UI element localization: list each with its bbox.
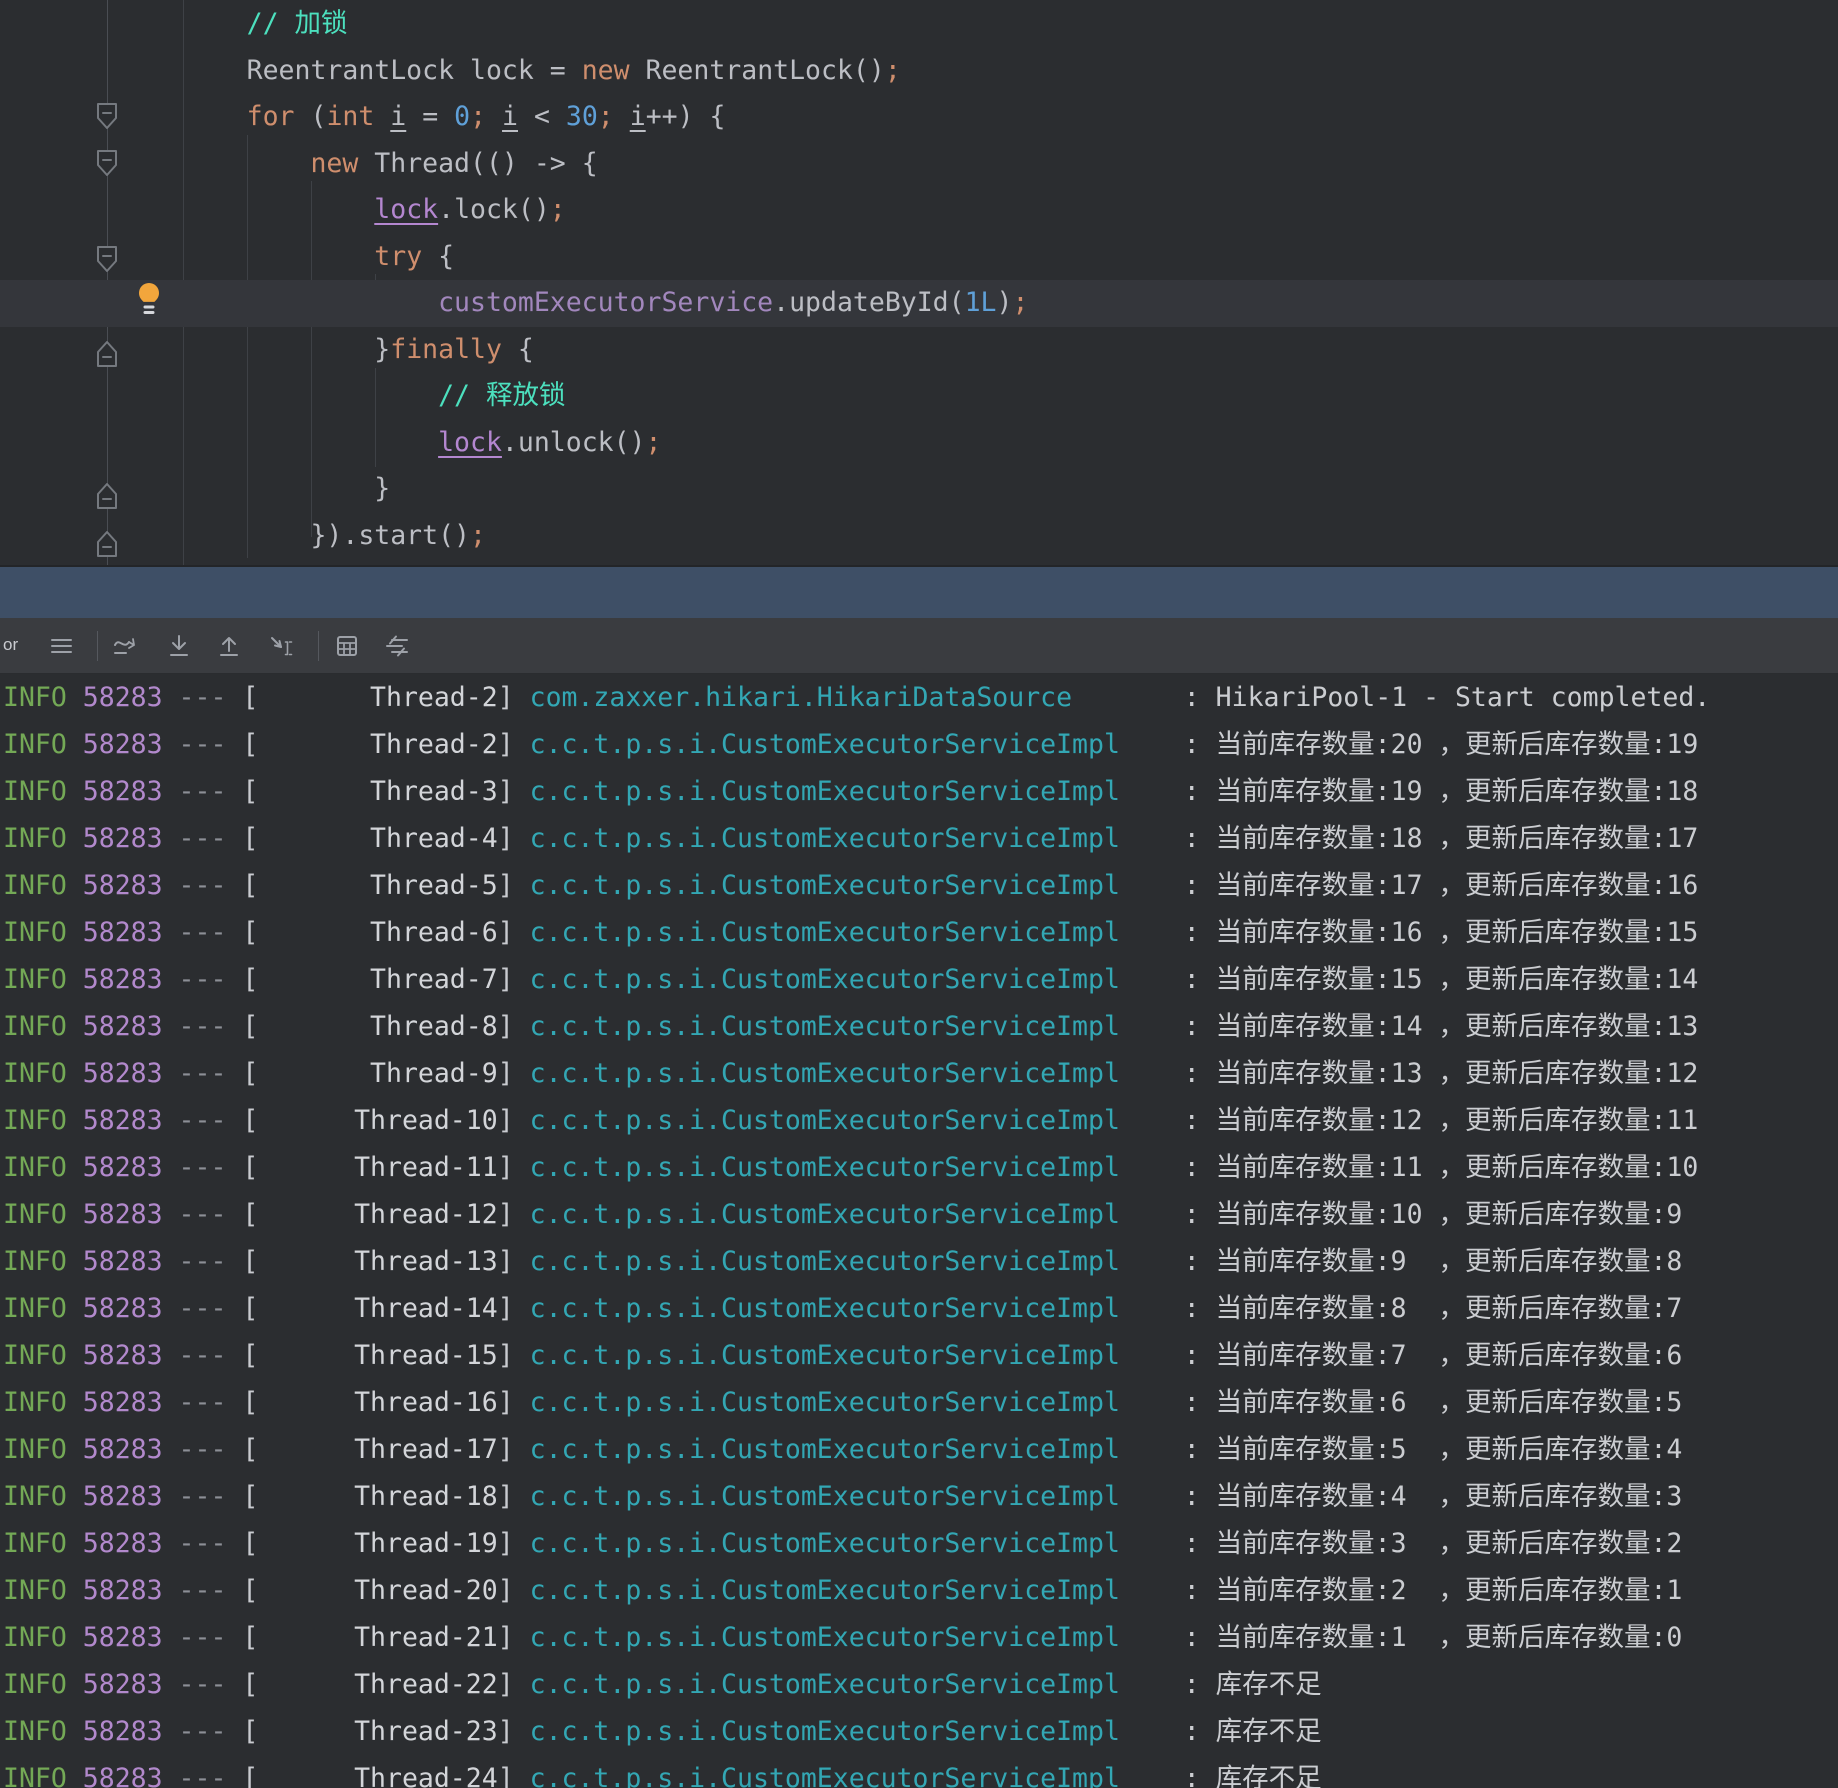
intention-bulb-icon[interactable]: [136, 282, 162, 316]
log-row: INFO 58283 --- [ Thread-3] c.c.t.p.s.i.C…: [0, 768, 1838, 815]
fold-collapse-icon[interactable]: [94, 243, 120, 273]
log-row: INFO 58283 --- [ Thread-17] c.c.t.p.s.i.…: [0, 1426, 1838, 1473]
log-row: INFO 58283 --- [ Thread-7] c.c.t.p.s.i.C…: [0, 956, 1838, 1003]
log-row: INFO 58283 --- [ Thread-15] c.c.t.p.s.i.…: [0, 1332, 1838, 1379]
log-row: INFO 58283 --- [ Thread-21] c.c.t.p.s.i.…: [0, 1614, 1838, 1661]
editor-console-splitter[interactable]: [0, 565, 1838, 618]
console-menu-icon[interactable]: [48, 633, 74, 659]
code-line[interactable]: lock.lock();: [0, 187, 1838, 234]
fold-end-icon[interactable]: [94, 338, 120, 368]
log-row: INFO 58283 --- [ Thread-16] c.c.t.p.s.i.…: [0, 1379, 1838, 1426]
toolbar-label: or: [3, 635, 18, 655]
code-line[interactable]: new Thread(() -> {: [0, 141, 1838, 188]
code-lines: // 加锁 ReentrantLock lock = new Reentrant…: [0, 1, 1838, 559]
code-line[interactable]: try {: [0, 234, 1838, 281]
log-row: INFO 58283 --- [ Thread-23] c.c.t.p.s.i.…: [0, 1708, 1838, 1755]
fold-end-icon[interactable]: [94, 528, 120, 558]
log-row: INFO 58283 --- [ Thread-10] c.c.t.p.s.i.…: [0, 1097, 1838, 1144]
log-row: INFO 58283 --- [ Thread-9] c.c.t.p.s.i.C…: [0, 1050, 1838, 1097]
log-row: INFO 58283 --- [ Thread-19] c.c.t.p.s.i.…: [0, 1520, 1838, 1567]
code-line[interactable]: ReentrantLock lock = new ReentrantLock()…: [0, 48, 1838, 95]
code-line[interactable]: }: [0, 466, 1838, 513]
log-row: INFO 58283 --- [ Thread-4] c.c.t.p.s.i.C…: [0, 815, 1838, 862]
log-row: INFO 58283 --- [ Thread-6] c.c.t.p.s.i.C…: [0, 909, 1838, 956]
code-line[interactable]: customExecutorService.updateById(1L);: [0, 280, 1838, 327]
code-line[interactable]: }finally {: [0, 327, 1838, 374]
scroll-to-top-icon[interactable]: [216, 633, 242, 659]
log-row: INFO 58283 --- [ Thread-5] c.c.t.p.s.i.C…: [0, 862, 1838, 909]
ide-window: // 加锁 ReentrantLock lock = new Reentrant…: [0, 0, 1838, 1788]
log-row: INFO 58283 --- [ Thread-24] c.c.t.p.s.i.…: [0, 1755, 1838, 1788]
console-output[interactable]: INFO 58283 --- [ Thread-2] com.zaxxer.hi…: [0, 674, 1838, 1788]
log-row: INFO 58283 --- [ Thread-2] c.c.t.p.s.i.C…: [0, 721, 1838, 768]
fold-collapse-icon[interactable]: [94, 147, 120, 177]
log-row: INFO 58283 --- [ Thread-18] c.c.t.p.s.i.…: [0, 1473, 1838, 1520]
log-row: INFO 58283 --- [ Thread-14] c.c.t.p.s.i.…: [0, 1285, 1838, 1332]
log-row: INFO 58283 --- [ Thread-20] c.c.t.p.s.i.…: [0, 1567, 1838, 1614]
scroll-to-cursor-icon[interactable]: [268, 633, 294, 659]
code-line[interactable]: // 加锁: [0, 1, 1838, 48]
log-row: INFO 58283 --- [ Thread-8] c.c.t.p.s.i.C…: [0, 1003, 1838, 1050]
code-line[interactable]: lock.unlock();: [0, 420, 1838, 467]
code-line[interactable]: // 释放锁: [0, 373, 1838, 420]
code-editor[interactable]: // 加锁 ReentrantLock lock = new Reentrant…: [0, 0, 1838, 565]
grid-view-icon[interactable]: [334, 633, 360, 659]
code-line[interactable]: }).start();: [0, 513, 1838, 560]
soft-wrap-icon[interactable]: [112, 633, 138, 659]
log-row: INFO 58283 --- [ Thread-12] c.c.t.p.s.i.…: [0, 1191, 1838, 1238]
console-toolbar: or: [0, 618, 1838, 674]
fold-end-icon[interactable]: [94, 480, 120, 510]
log-row: INFO 58283 --- [ Thread-2] com.zaxxer.hi…: [0, 674, 1838, 721]
console-settings-icon[interactable]: [384, 633, 410, 659]
scroll-to-end-icon[interactable]: [166, 633, 192, 659]
log-row: INFO 58283 --- [ Thread-22] c.c.t.p.s.i.…: [0, 1661, 1838, 1708]
log-row: INFO 58283 --- [ Thread-13] c.c.t.p.s.i.…: [0, 1238, 1838, 1285]
toolbar-divider: [318, 631, 319, 661]
toolbar-divider: [97, 631, 98, 661]
log-row: INFO 58283 --- [ Thread-11] c.c.t.p.s.i.…: [0, 1144, 1838, 1191]
fold-collapse-icon[interactable]: [94, 100, 120, 130]
code-line[interactable]: for (int i = 0; i < 30; i++) {: [0, 94, 1838, 141]
